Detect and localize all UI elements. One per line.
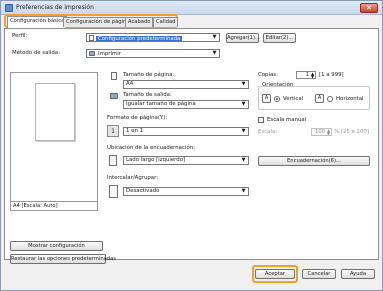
chevron-down-icon: ▼ bbox=[241, 128, 246, 134]
page-format-dropdown[interactable]: 1 en 1 ▼ bbox=[123, 127, 249, 136]
nup-layout-icon: 1 bbox=[107, 125, 119, 137]
cancel-button[interactable]: Cancelar bbox=[302, 269, 336, 279]
page-size-value: A4 bbox=[126, 81, 134, 87]
spin-arrows-icon[interactable]: ▲ ▼ bbox=[310, 72, 315, 79]
preview-status: A4 [Escala: Auto] bbox=[10, 202, 98, 211]
page-format-label: Formato de página(Y): bbox=[107, 115, 168, 121]
scale-label: Escala: bbox=[258, 129, 278, 135]
restore-defaults-button[interactable]: Restaurar las opciones predeterminadas bbox=[10, 254, 116, 264]
manual-scale-checkbox[interactable] bbox=[258, 117, 264, 123]
copies-value: 1 bbox=[305, 72, 309, 78]
spin-arrows-icon: ▲ ▼ bbox=[326, 128, 331, 136]
copies-label: Copias: bbox=[258, 72, 278, 78]
profile-value: Configuración predeterminada bbox=[96, 36, 183, 42]
chevron-down-icon: ▼ bbox=[212, 34, 217, 40]
profile-icon bbox=[89, 35, 94, 41]
output-size-label: Tamaño de salida: bbox=[123, 92, 172, 98]
portrait-label[interactable]: Vertical bbox=[283, 96, 303, 102]
chevron-down-icon: ▼ bbox=[241, 157, 246, 163]
page-preview bbox=[10, 72, 98, 202]
tab-quality[interactable]: Calidad bbox=[153, 17, 179, 27]
page-size-icon bbox=[111, 72, 117, 80]
copies-range: [1 a 999] bbox=[319, 72, 344, 78]
chevron-down-icon: ▼ bbox=[212, 50, 217, 56]
binding-location-dropdown[interactable]: Lado largo [izquierdo] ▼ bbox=[123, 156, 249, 165]
binding-button[interactable]: Encuadernación(6)... bbox=[258, 156, 370, 166]
landscape-label[interactable]: Horizontal bbox=[336, 96, 364, 102]
output-method-dropdown[interactable]: Imprimir ▼ bbox=[86, 49, 220, 58]
add-profile-button[interactable]: Agregar(1)... bbox=[226, 33, 260, 43]
chevron-down-icon: ▼ bbox=[241, 101, 246, 107]
preview-page-thumbnail bbox=[35, 83, 75, 141]
landscape-glyph: A bbox=[315, 94, 324, 103]
portrait-glyph: A bbox=[262, 94, 271, 103]
portrait-radio[interactable] bbox=[274, 96, 280, 102]
binding-page-icon bbox=[109, 155, 117, 166]
title-bar: Preferencias de impresión ✕ bbox=[1, 1, 382, 15]
output-method-value: Imprimir bbox=[98, 51, 121, 57]
copies-stepper[interactable]: 1 ▲ ▼ bbox=[296, 71, 316, 79]
printer-icon bbox=[89, 51, 95, 56]
window-title: Preferencias de impresión bbox=[16, 4, 94, 11]
tab-finishing[interactable]: Acabado bbox=[125, 17, 154, 27]
scale-stepper[interactable]: 100 ▲ ▼ bbox=[311, 128, 332, 136]
collate-value: Desactivado bbox=[126, 188, 160, 194]
output-size-icon bbox=[110, 93, 118, 99]
help-button[interactable]: Ayuda bbox=[341, 269, 375, 279]
landscape-radio[interactable] bbox=[327, 96, 333, 102]
output-size-value: Igualar tamaño de página bbox=[126, 101, 196, 107]
chevron-down-icon: ▼ bbox=[241, 81, 246, 87]
show-settings-button[interactable]: Mostrar configuración bbox=[10, 241, 103, 251]
accept-button[interactable]: Aceptar bbox=[255, 269, 295, 279]
scale-value: 100 bbox=[315, 129, 325, 135]
binding-location-label: Ubicación de la encuadernación: bbox=[107, 145, 195, 151]
page-format-value: 1 en 1 bbox=[126, 128, 144, 134]
binding-location-value: Lado largo [izquierdo] bbox=[126, 157, 186, 163]
chevron-down-icon: ▼ bbox=[241, 188, 246, 194]
collate-dropdown[interactable]: Desactivado ▼ bbox=[123, 187, 249, 196]
page-size-dropdown[interactable]: A4 ▼ bbox=[123, 80, 249, 89]
tab-basic-settings[interactable]: Configuración básica bbox=[7, 16, 68, 28]
output-method-label: Método de salida: bbox=[12, 50, 60, 56]
printer-icon bbox=[5, 4, 13, 12]
collate-pages-icon bbox=[109, 185, 118, 198]
tab-page-setup[interactable]: Configuración de página bbox=[63, 17, 133, 27]
edit-profile-button[interactable]: Editar(2)... bbox=[263, 33, 296, 43]
collate-label: Intercalar/Agrupar: bbox=[107, 175, 159, 181]
output-size-dropdown[interactable]: Igualar tamaño de página ▼ bbox=[123, 100, 249, 109]
profile-dropdown[interactable]: Configuración predeterminada ▼ bbox=[86, 33, 220, 42]
scale-range: % [25 a 200] bbox=[334, 129, 369, 135]
profile-label: Perfil: bbox=[12, 33, 28, 39]
page-size-label: Tamaño de página: bbox=[123, 72, 175, 78]
close-button[interactable]: ✕ bbox=[360, 3, 378, 13]
manual-scale-label[interactable]: Escala manual bbox=[267, 117, 306, 123]
